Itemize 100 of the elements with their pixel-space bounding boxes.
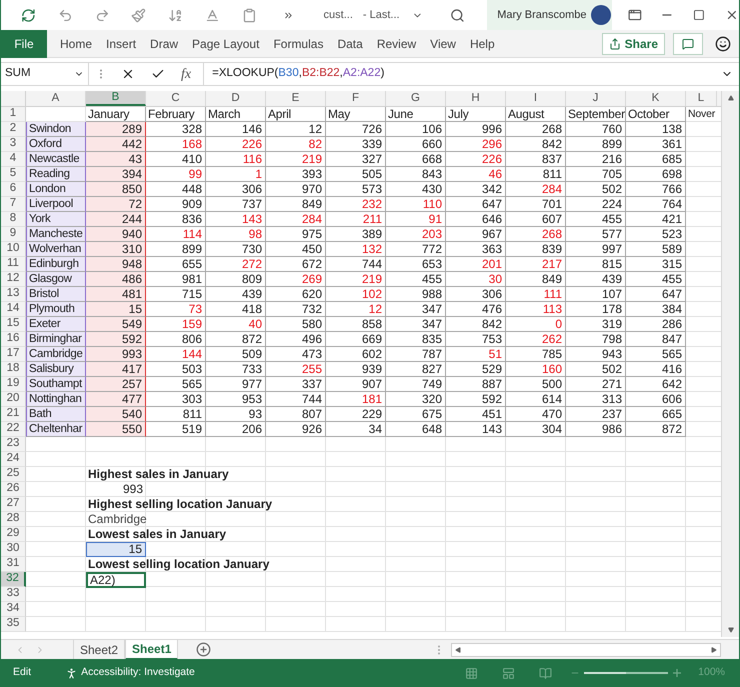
row-header[interactable]: 23: [1, 437, 26, 452]
row-header[interactable]: 22: [1, 422, 26, 437]
row-header[interactable]: 21: [1, 407, 26, 422]
scroll-right-icon[interactable]: [711, 646, 717, 652]
row-header[interactable]: 29: [1, 527, 26, 542]
row-header[interactable]: 30: [1, 542, 26, 557]
close-icon[interactable]: [725, 8, 739, 22]
column-header[interactable]: H: [446, 91, 506, 106]
maximize-icon[interactable]: [693, 9, 706, 21]
table-cell: 393: [266, 167, 326, 182]
worksheet-grid[interactable]: [26, 107, 721, 632]
table-cell: 500: [506, 377, 566, 392]
row-header[interactable]: 34: [1, 602, 26, 617]
column-header[interactable]: F: [326, 91, 386, 106]
column-header[interactable]: E: [266, 91, 326, 106]
column-header[interactable]: K: [626, 91, 686, 106]
row-header[interactable]: 31: [1, 557, 26, 572]
row-header[interactable]: 33: [1, 587, 26, 602]
ribbon-tab[interactable]: Draw: [149, 34, 180, 52]
sheet-tab[interactable]: Sheet1: [125, 640, 178, 660]
table-cell: 726: [326, 122, 386, 137]
row-header[interactable]: 11: [1, 257, 26, 272]
brush-icon[interactable]: [131, 8, 146, 22]
accessibility-status[interactable]: Accessibility: Investigate: [81, 665, 195, 681]
table-cell: York: [26, 212, 86, 227]
row-header[interactable]: 17: [1, 347, 26, 362]
undo-icon[interactable]: [58, 8, 73, 22]
row-header[interactable]: 25: [1, 467, 26, 482]
scroll-up-icon[interactable]: [728, 95, 734, 101]
table-cell: 577: [566, 227, 626, 242]
ribbon-tab[interactable]: Page Layout: [191, 34, 260, 52]
table-cell: 113: [506, 302, 566, 317]
column-header[interactable]: G: [386, 91, 446, 106]
table-cell: Highest selling location January: [88, 497, 272, 512]
table-cell: 798: [566, 332, 626, 347]
column-header[interactable]: B: [86, 91, 146, 106]
name-box[interactable]: SUM: [1, 63, 89, 85]
file-button[interactable]: File: [1, 30, 47, 58]
row-header[interactable]: 4: [1, 152, 26, 167]
ribbon-tab[interactable]: Home: [59, 34, 94, 52]
user-name: Mary Branscombe: [497, 8, 587, 23]
ribbon-tab[interactable]: Review: [376, 34, 418, 52]
row-header[interactable]: 1: [1, 107, 26, 122]
insert-function-button[interactable]: fx: [181, 64, 192, 84]
scroll-left-icon[interactable]: [455, 646, 461, 652]
redo-icon[interactable]: [94, 8, 110, 22]
formula-field[interactable]: =XLOOKUP(B30,B2:B22,A2:A22): [203, 63, 721, 85]
font-color-icon[interactable]: [205, 8, 220, 22]
table-cell: April: [266, 107, 326, 122]
ribbon-tab[interactable]: Insert: [105, 34, 138, 52]
share-button[interactable]: Share: [602, 32, 665, 54]
avatar[interactable]: [590, 5, 611, 25]
row-header[interactable]: 10: [1, 242, 26, 257]
accessibility-icon[interactable]: [65, 666, 78, 680]
row-header[interactable]: 7: [1, 197, 26, 212]
table-cell: 907: [326, 377, 386, 392]
row-header[interactable]: 20: [1, 392, 26, 407]
row-header[interactable]: 18: [1, 362, 26, 377]
cell-editor[interactable]: A22): [86, 572, 146, 588]
row-header[interactable]: 3: [1, 137, 26, 152]
row-header[interactable]: 13: [1, 287, 26, 302]
column-header[interactable]: L: [686, 91, 717, 106]
row-header[interactable]: 16: [1, 332, 26, 347]
row-header[interactable]: 28: [1, 512, 26, 527]
row-header[interactable]: 32: [1, 572, 26, 587]
row-header[interactable]: 26: [1, 482, 26, 497]
row-header[interactable]: 12: [1, 272, 26, 287]
search-icon[interactable]: [450, 8, 466, 22]
row-header[interactable]: 15: [1, 317, 26, 332]
comments-button[interactable]: [673, 32, 703, 54]
row-header[interactable]: 19: [1, 377, 26, 392]
column-header[interactable]: J: [566, 91, 626, 106]
row-header[interactable]: 2: [1, 122, 26, 137]
column-header[interactable]: D: [206, 91, 266, 106]
horizontal-scrollbar[interactable]: [451, 642, 721, 656]
cancel-icon[interactable]: [121, 67, 135, 81]
row-header[interactable]: 35: [1, 617, 26, 632]
vertical-scrollbar[interactable]: [721, 91, 739, 637]
row-header[interactable]: 9: [1, 227, 26, 242]
ribbon-tab[interactable]: View: [429, 34, 457, 52]
table-cell: 439: [206, 287, 266, 302]
column-header[interactable]: I: [506, 91, 566, 106]
clipboard-icon[interactable]: [242, 8, 257, 22]
ribbon-tab[interactable]: Data: [336, 34, 364, 52]
row-header[interactable]: 5: [1, 167, 26, 182]
table-cell: 642: [626, 377, 686, 392]
scroll-down-icon[interactable]: [728, 627, 734, 633]
row-header[interactable]: 6: [1, 182, 26, 197]
ribbon-display-icon[interactable]: [628, 8, 642, 22]
sort-icon[interactable]: [168, 8, 184, 22]
row-header[interactable]: 14: [1, 302, 26, 317]
row-header[interactable]: 8: [1, 212, 26, 227]
row-header[interactable]: 27: [1, 497, 26, 512]
row-header[interactable]: 24: [1, 452, 26, 467]
smiley-icon[interactable]: [715, 36, 731, 52]
ribbon-tab[interactable]: Formulas: [272, 34, 324, 52]
autosave-icon[interactable]: [21, 8, 36, 22]
add-sheet-icon[interactable]: [196, 642, 212, 657]
ribbon-tab[interactable]: Help: [468, 34, 496, 52]
column-header[interactable]: C: [146, 91, 206, 106]
